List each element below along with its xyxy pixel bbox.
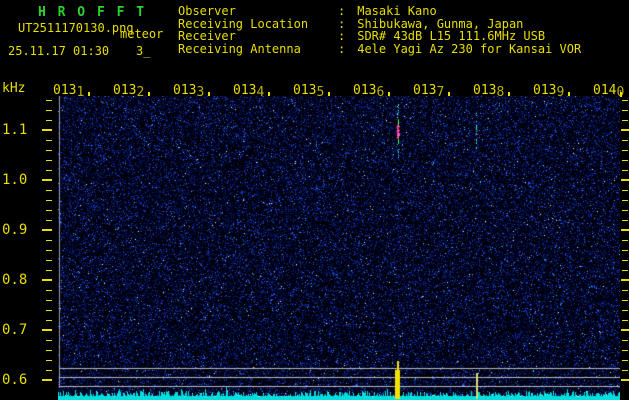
freq-minor-tick bbox=[622, 320, 628, 321]
mode-label: meteor bbox=[120, 27, 164, 41]
freq-minor-tick bbox=[622, 170, 628, 171]
freq-minor-tick bbox=[46, 100, 52, 101]
freq-minor-tick bbox=[622, 120, 628, 121]
freq-tick-label: 0.6 bbox=[2, 372, 28, 388]
freq-minor-tick bbox=[622, 240, 628, 241]
app-title: H R O F F T bbox=[38, 5, 147, 20]
freq-minor-tick bbox=[46, 140, 52, 141]
freq-major-tick bbox=[42, 179, 52, 181]
freq-minor-tick bbox=[622, 290, 628, 291]
freq-minor-tick bbox=[622, 200, 628, 201]
freq-tick-label: 0.9 bbox=[2, 222, 28, 238]
freq-major-tick bbox=[621, 179, 629, 181]
hrofft-screen: { "app": { "title": "H R O F F T" }, "he… bbox=[0, 0, 629, 400]
freq-minor-tick bbox=[622, 250, 628, 251]
freq-minor-tick bbox=[46, 250, 52, 251]
freq-minor-tick bbox=[46, 370, 52, 371]
freq-major-tick bbox=[42, 329, 52, 331]
freq-minor-tick bbox=[622, 260, 628, 261]
freq-major-tick bbox=[42, 379, 52, 381]
spectrogram-canvas bbox=[58, 96, 620, 400]
freq-minor-tick bbox=[46, 170, 52, 171]
info-row: Receiving Antenna: 4ele Yagi Az 230 for … bbox=[178, 41, 582, 56]
freq-minor-tick bbox=[622, 310, 628, 311]
freq-minor-tick bbox=[46, 210, 52, 211]
freq-minor-tick bbox=[622, 340, 628, 341]
freq-major-tick bbox=[621, 279, 629, 281]
freq-minor-tick bbox=[622, 160, 628, 161]
freq-minor-tick bbox=[622, 370, 628, 371]
info-label: Receiver bbox=[178, 29, 236, 43]
freq-minor-tick bbox=[46, 160, 52, 161]
freq-minor-tick bbox=[46, 300, 52, 301]
freq-minor-tick bbox=[622, 210, 628, 211]
info-separator: : bbox=[338, 29, 346, 43]
info-separator: : bbox=[338, 4, 346, 18]
freq-minor-tick bbox=[622, 110, 628, 111]
observer-info-block: Observer: Masaki Kano Receiving Location:… bbox=[178, 5, 581, 55]
freq-minor-tick bbox=[46, 120, 52, 121]
freq-minor-tick bbox=[46, 150, 52, 151]
freq-tick-label: 0.7 bbox=[2, 322, 28, 338]
freq-major-tick bbox=[42, 129, 52, 131]
freq-major-tick bbox=[621, 379, 629, 381]
freq-minor-tick bbox=[46, 340, 52, 341]
freq-minor-tick bbox=[46, 190, 52, 191]
freq-major-tick bbox=[42, 229, 52, 231]
freq-minor-tick bbox=[46, 260, 52, 261]
freq-minor-tick bbox=[622, 300, 628, 301]
time-tick bbox=[620, 92, 622, 97]
freq-minor-tick bbox=[46, 310, 52, 311]
freq-minor-tick bbox=[46, 240, 52, 241]
info-label: Receiving Antenna bbox=[178, 41, 301, 56]
info-label: Observer bbox=[178, 4, 236, 18]
freq-minor-tick bbox=[622, 140, 628, 141]
freq-minor-tick bbox=[46, 360, 52, 361]
freq-minor-tick bbox=[46, 200, 52, 201]
info-separator: : bbox=[338, 41, 346, 56]
freq-minor-tick bbox=[622, 220, 628, 221]
freq-minor-tick bbox=[622, 360, 628, 361]
counter-label: 3_ bbox=[136, 44, 151, 58]
freq-minor-tick bbox=[622, 150, 628, 151]
freq-major-tick bbox=[621, 129, 629, 131]
freq-major-tick bbox=[621, 229, 629, 231]
freq-minor-tick bbox=[622, 350, 628, 351]
datetime-label: 25.11.17 01:30 bbox=[8, 44, 110, 58]
freq-major-tick bbox=[42, 279, 52, 281]
freq-minor-tick bbox=[46, 290, 52, 291]
freq-minor-tick bbox=[46, 350, 52, 351]
filename-label: UT2511170130.png bbox=[18, 21, 134, 35]
khz-axis-unit-label: kHz bbox=[2, 81, 26, 96]
freq-tick-label: 1.1 bbox=[2, 122, 28, 138]
info-value: 4ele Yagi Az 230 for Kansai VOR bbox=[350, 41, 582, 56]
freq-tick-label: 1.0 bbox=[2, 172, 28, 188]
freq-minor-tick bbox=[46, 220, 52, 221]
freq-tick-label: 0.8 bbox=[2, 272, 28, 288]
freq-minor-tick bbox=[46, 320, 52, 321]
freq-minor-tick bbox=[622, 100, 628, 101]
freq-minor-tick bbox=[46, 110, 52, 111]
freq-major-tick bbox=[621, 329, 629, 331]
freq-minor-tick bbox=[46, 270, 52, 271]
freq-minor-tick bbox=[622, 190, 628, 191]
freq-minor-tick bbox=[622, 270, 628, 271]
